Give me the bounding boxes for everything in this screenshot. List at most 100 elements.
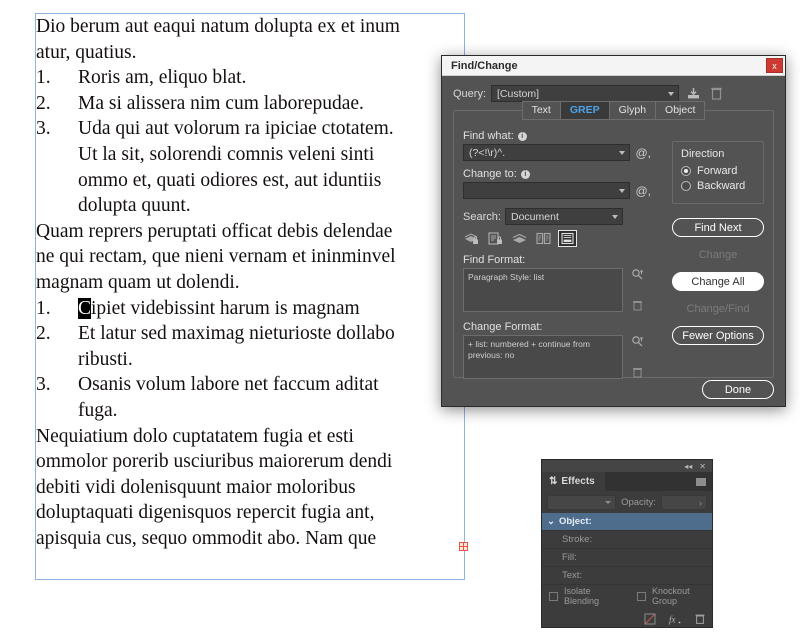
body-line: ne qui rectam, que nieni vernam et ininm… (36, 246, 396, 268)
find-what-input[interactable]: (?<!\r)^. (463, 144, 631, 161)
close-panel-icon[interactable]: ✕ (699, 462, 706, 471)
save-query-icon[interactable] (685, 85, 702, 102)
effects-panel-topbar: ◂◂ ✕ (542, 460, 712, 472)
find-next-button[interactable]: Find Next (672, 218, 764, 237)
effects-row-object-label: Object: (558, 516, 592, 527)
overset-text-indicator[interactable] (459, 542, 468, 551)
selected-character[interactable]: C (78, 297, 92, 319)
collapse-panel-icon[interactable]: ◂◂ (684, 462, 692, 471)
change-format-row: + list: numbered + continue from previou… (463, 335, 651, 379)
knockout-group-checkbox[interactable] (637, 591, 647, 601)
radio-backward-icon (681, 181, 691, 191)
list-continuation-line: fuga. (78, 399, 118, 421)
change-all-button[interactable]: Change All (672, 272, 764, 291)
isolate-blending-checkbox[interactable] (549, 591, 558, 601)
scope-toggle-row (463, 230, 651, 247)
done-button[interactable]: Done (702, 380, 774, 399)
search-type-tabs: Text GREP Glyph Object (463, 101, 764, 120)
search-scope-select[interactable]: Document (505, 208, 623, 225)
effects-bottom-bar: fx (644, 613, 706, 625)
close-icon[interactable]: x (766, 58, 783, 73)
include-footnotes-icon[interactable] (558, 230, 577, 247)
include-master-pages-icon[interactable] (535, 231, 552, 246)
body-line: ommolor porerib usciuribus maiorerum den… (36, 451, 393, 473)
change-button: Change (698, 248, 738, 261)
effects-tab-row: ⇅ Effects (542, 472, 712, 491)
list-number: 1. (36, 297, 51, 319)
direction-title: Direction (681, 148, 725, 160)
query-label: Query: (453, 87, 487, 100)
list-continuation-line: dolupta quunt. (78, 195, 191, 217)
effects-checkbox-row: Isolate Blending Knockout Group (542, 585, 712, 607)
effects-row-stroke[interactable]: Stroke: (542, 531, 712, 549)
body-line: apisquia cus, sequo ommodit abo. Nam que (36, 527, 377, 549)
include-hidden-layers-icon[interactable] (511, 231, 528, 246)
knockout-group-label: Knockout Group (652, 586, 690, 606)
clear-format-icon[interactable] (631, 299, 644, 312)
effects-row-fill[interactable]: Fill: (542, 549, 712, 567)
info-icon[interactable]: i (520, 169, 530, 179)
fewer-options-button[interactable]: Fewer Options (672, 326, 764, 345)
tab-object[interactable]: Object (655, 101, 706, 120)
list-continuation-line: ommo et, quati odiores est, aut iduntiis (78, 169, 382, 191)
list-item: 2. Et latur sed maximag nieturioste dolla… (36, 321, 468, 347)
list-item: 3. Osanis volum labore net faccum aditat (36, 372, 468, 398)
change-find-button: Change/Find (686, 302, 750, 315)
change-special-char-icon[interactable]: @, (635, 184, 651, 198)
radio-forward-icon (681, 166, 691, 176)
radio-forward-label: Forward (697, 165, 738, 177)
body-line: debiti vidi dolenisquunt maior moloribus (36, 476, 356, 498)
change-to-label: Change to: i (463, 168, 651, 180)
find-special-char-icon[interactable]: @, (635, 146, 651, 160)
find-format-box[interactable]: Paragraph Style: list (463, 268, 623, 312)
find-format-row: Paragraph Style: list (463, 268, 651, 312)
list-number: 2. (36, 92, 51, 114)
story-text[interactable]: Dio berum aut eaqui natum dolupta ex et … (36, 14, 468, 551)
left-column: Find what: i (?<!\r)^. @, Change to: i @… (463, 130, 651, 379)
tab-effects[interactable]: ⇅ Effects (542, 472, 605, 491)
radio-forward[interactable]: Forward (681, 165, 755, 177)
dialog-title: Find/Change (451, 59, 518, 72)
search-label: Search: (463, 210, 501, 223)
tab-glyph[interactable]: Glyph (608, 101, 657, 120)
panel-menu-icon[interactable] (696, 477, 706, 486)
tab-text[interactable]: Text (521, 101, 561, 120)
tab-grep[interactable]: GREP (559, 101, 610, 120)
clear-effects-icon[interactable] (644, 613, 656, 625)
svg-text:fx: fx (669, 615, 676, 625)
blend-mode-select[interactable] (547, 494, 617, 510)
fx-icon[interactable]: fx (669, 613, 681, 625)
effects-row-text[interactable]: Text: (542, 567, 712, 585)
find-change-dialog[interactable]: Find/Change x Query: [Custom] Text GREP … (441, 55, 786, 407)
clear-format-icon[interactable] (631, 366, 644, 379)
panel-grip-icon: ⇅ (549, 476, 558, 487)
dialog-titlebar[interactable]: Find/Change x (442, 56, 785, 76)
specify-attributes-icon[interactable] (631, 335, 644, 348)
effects-panel[interactable]: ◂◂ ✕ ⇅ Effects Opacity: › ⌄ Object: Stro… (541, 459, 713, 628)
change-format-label: Change Format: (463, 321, 543, 333)
effects-row-object[interactable]: ⌄ Object: (542, 513, 712, 531)
body-line: Nequiatium dolo cuptatatem fugia et esti (36, 425, 354, 447)
include-locked-stories-icon[interactable] (487, 231, 504, 246)
list-number: 3. (36, 374, 51, 396)
radio-backward[interactable]: Backward (681, 180, 755, 192)
effects-tab-label: Effects (561, 476, 595, 487)
dialog-body: Query: [Custom] Text GREP Glyph Object F… (442, 76, 785, 408)
list-item: 2. Ma si alissera nim cum laborepudae. (36, 91, 468, 117)
change-to-input[interactable] (463, 182, 631, 199)
opacity-input[interactable]: › (660, 494, 707, 510)
info-icon[interactable]: i (517, 131, 527, 141)
list-item: 1. Roris am, eliquo blat. (36, 65, 468, 91)
change-format-box[interactable]: + list: numbered + continue from previou… (463, 335, 623, 379)
chevron-down-icon[interactable]: ⌄ (547, 516, 555, 527)
specify-attributes-icon[interactable] (631, 268, 644, 281)
chevron-down-icon (668, 91, 674, 96)
query-select[interactable]: [Custom] (491, 85, 679, 102)
chevron-right-icon[interactable]: › (699, 498, 702, 508)
list-item-selected: 1. Cipiet videbissint harum is magnam (36, 296, 468, 322)
delete-effect-icon[interactable] (694, 613, 706, 625)
delete-query-icon[interactable] (708, 85, 725, 102)
find-what-label: Find what: i (463, 130, 651, 142)
body-line: atur, quatius. (36, 41, 137, 63)
include-locked-layers-icon[interactable] (463, 231, 480, 246)
